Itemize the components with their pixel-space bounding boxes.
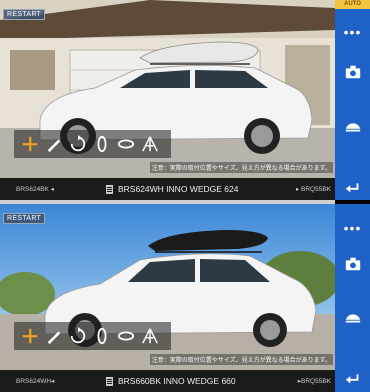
prev-product-link[interactable]: BRS624WH◂ — [16, 377, 54, 385]
disclaimer-text: 注意：実際の取付位置やサイズ、見え方が異なる場合があります。 — [149, 162, 333, 173]
back-button[interactable] — [335, 175, 370, 199]
more-button[interactable]: ••• — [335, 20, 370, 44]
perspective-icon — [142, 136, 158, 152]
plus-icon — [22, 328, 38, 344]
spin-icon — [97, 135, 107, 153]
add-tool[interactable] — [20, 326, 40, 346]
more-icon: ••• — [343, 220, 362, 236]
prev-product-link[interactable]: BRS624BK ◂ — [16, 185, 54, 193]
rotate-tool[interactable] — [68, 326, 88, 346]
back-button[interactable] — [335, 366, 370, 390]
perspective-icon — [142, 328, 158, 344]
restart-button[interactable]: RESTART — [3, 9, 46, 20]
more-button[interactable]: ••• — [335, 216, 370, 240]
preview-panel-bottom: RESTART 注意：実際の取付位置やサイズ、見え方が異なる場合があります。 B… — [0, 204, 335, 392]
draw-tool[interactable] — [44, 326, 64, 346]
rotate-icon — [70, 327, 86, 344]
carrier-button[interactable] — [335, 115, 370, 139]
draw-tool[interactable] — [44, 134, 64, 154]
auto-badge[interactable]: AUTO — [335, 0, 370, 9]
carrier-icon — [345, 314, 360, 323]
spin-tool[interactable] — [92, 134, 112, 154]
sidebar-top: AUTO ••• — [335, 0, 370, 200]
perspective-tool[interactable] — [140, 326, 160, 346]
restart-button[interactable]: RESTART — [3, 213, 46, 224]
orbit-tool[interactable] — [116, 326, 136, 346]
tool-bar — [14, 130, 171, 158]
document-icon — [106, 184, 113, 194]
camera-icon — [345, 257, 360, 271]
preview-panel-top: RESTART 注意：実際の取付位置やサイズ、見え方が異なる場合があります。 B… — [0, 0, 335, 200]
orbit-icon — [117, 331, 135, 341]
product-title-text: BRS624WH INNO WEDGE 624 — [118, 184, 239, 194]
tool-bar — [14, 322, 171, 350]
rotate-icon — [70, 135, 86, 152]
product-title-text: BRS660BK INNO WEDGE 660 — [118, 376, 236, 386]
product-title: BRS660BK INNO WEDGE 660 — [106, 376, 236, 386]
disclaimer-text: 注意：実際の取付位置やサイズ、見え方が異なる場合があります。 — [149, 354, 333, 365]
next-product-link[interactable]: ▸BRQ55BK — [298, 377, 331, 385]
spin-tool[interactable] — [92, 326, 112, 346]
product-bar-bottom: BRS624WH◂ BRS660BK INNO WEDGE 660 ▸BRQ55… — [0, 370, 335, 392]
add-tool[interactable] — [20, 134, 40, 154]
rotate-tool[interactable] — [68, 134, 88, 154]
back-icon — [345, 183, 358, 193]
sidebar-bottom: ••• — [335, 204, 370, 392]
product-title: BRS624WH INNO WEDGE 624 — [106, 184, 238, 194]
orbit-icon — [117, 139, 135, 149]
next-product-link[interactable]: ▸ BRQ55BK — [296, 185, 331, 193]
camera-icon — [345, 65, 360, 79]
back-icon — [345, 374, 358, 384]
pen-icon — [47, 139, 61, 153]
camera-button[interactable] — [335, 60, 370, 84]
perspective-tool[interactable] — [140, 134, 160, 154]
plus-icon — [22, 136, 38, 152]
orbit-tool[interactable] — [116, 134, 136, 154]
carrier-icon — [345, 123, 360, 132]
product-bar-top: BRS624BK ◂ BRS624WH INNO WEDGE 624 ▸ BRQ… — [0, 178, 335, 200]
pen-icon — [47, 331, 61, 345]
spin-icon — [97, 327, 107, 345]
more-icon: ••• — [343, 24, 362, 40]
camera-button[interactable] — [335, 252, 370, 276]
carrier-button[interactable] — [335, 306, 370, 330]
document-icon — [106, 376, 113, 386]
